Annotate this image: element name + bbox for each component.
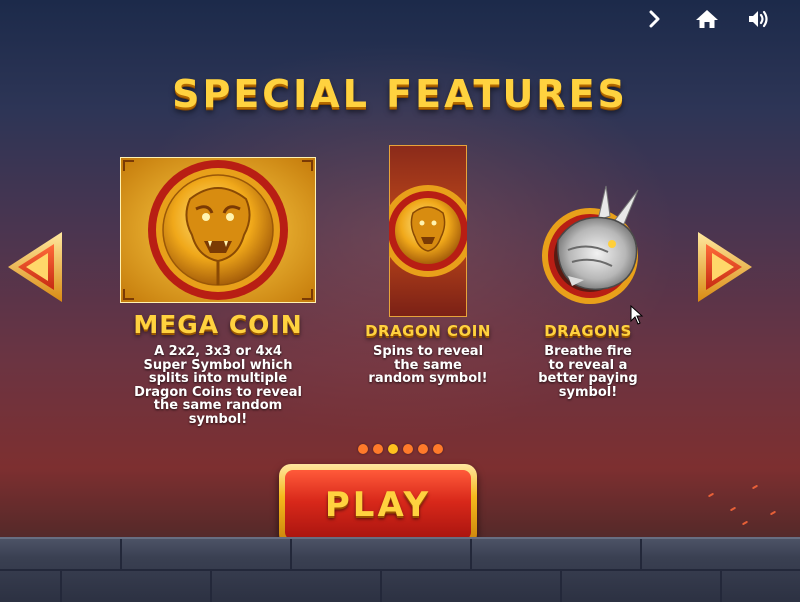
mega-coin-title: MEGA COIN xyxy=(133,310,303,339)
floor-seam xyxy=(560,571,562,602)
description-line: the same random xyxy=(153,398,283,413)
description-line: Breathe fire xyxy=(544,344,632,359)
mega-coin-image xyxy=(119,156,317,304)
description-line: the same xyxy=(394,357,462,373)
mouse-cursor-icon xyxy=(630,304,644,325)
speaker-icon[interactable] xyxy=(746,8,772,30)
pagination-dot[interactable] xyxy=(402,444,413,454)
description-line: to reveal a xyxy=(548,357,628,373)
ember xyxy=(741,520,749,526)
ember xyxy=(729,506,737,512)
floor-seam xyxy=(380,571,382,602)
floor-seam xyxy=(290,539,292,569)
dragon-coin-description: Spins to reveal the same random symbol! xyxy=(348,345,508,386)
dragon-coin-title: DRAGON COIN xyxy=(365,322,491,340)
play-button-face: PLAY xyxy=(285,470,471,540)
pagination-dot[interactable] xyxy=(387,444,398,454)
description-line: splits into multiple xyxy=(148,371,288,386)
floor-seam xyxy=(720,571,722,602)
dragons-description: Breathe fire to reveal a better paying s… xyxy=(508,345,668,399)
pagination-dot[interactable] xyxy=(417,444,428,454)
home-icon[interactable] xyxy=(694,8,720,30)
pagination-dot[interactable] xyxy=(357,444,368,454)
floor-seam xyxy=(210,571,212,602)
top-toolbar xyxy=(642,8,772,30)
dragon-head-image xyxy=(528,180,656,308)
play-label: PLAY xyxy=(324,485,432,525)
floor-line xyxy=(0,569,800,571)
description-line: A 2x2, 3x3 or 4x4 xyxy=(154,344,282,359)
previous-arrow-icon[interactable] xyxy=(4,228,68,306)
pagination-dot[interactable] xyxy=(432,444,443,454)
mega-coin-description: A 2x2, 3x3 or 4x4 Super Symbol which spl… xyxy=(108,345,328,426)
floor-seam xyxy=(470,539,472,569)
page-title: SPECIAL FEATURES xyxy=(172,72,628,116)
floor-seam xyxy=(640,539,642,569)
description-line: better paying xyxy=(538,371,638,386)
ember xyxy=(769,510,777,516)
ember xyxy=(751,484,759,490)
description-line: Spins to reveal xyxy=(372,344,484,359)
pagination-dot[interactable] xyxy=(372,444,383,454)
chevron-right-icon[interactable] xyxy=(642,8,668,30)
dragon-coin-image xyxy=(382,144,474,318)
description-line: Dragon Coins to reveal xyxy=(134,384,302,400)
next-arrow-icon[interactable] xyxy=(692,228,756,306)
pagination-dots xyxy=(0,444,800,454)
description-line: Super Symbol which xyxy=(143,357,293,373)
dragons-title: DRAGONS xyxy=(544,322,632,340)
description-line: random symbol! xyxy=(368,371,488,386)
play-button[interactable]: PLAY xyxy=(279,464,477,546)
floor-seam xyxy=(120,539,122,569)
ember xyxy=(707,492,715,498)
description-line: symbol! xyxy=(558,384,618,400)
description-line: symbol! xyxy=(188,411,248,427)
stone-floor xyxy=(0,537,800,602)
floor-seam xyxy=(60,571,62,602)
